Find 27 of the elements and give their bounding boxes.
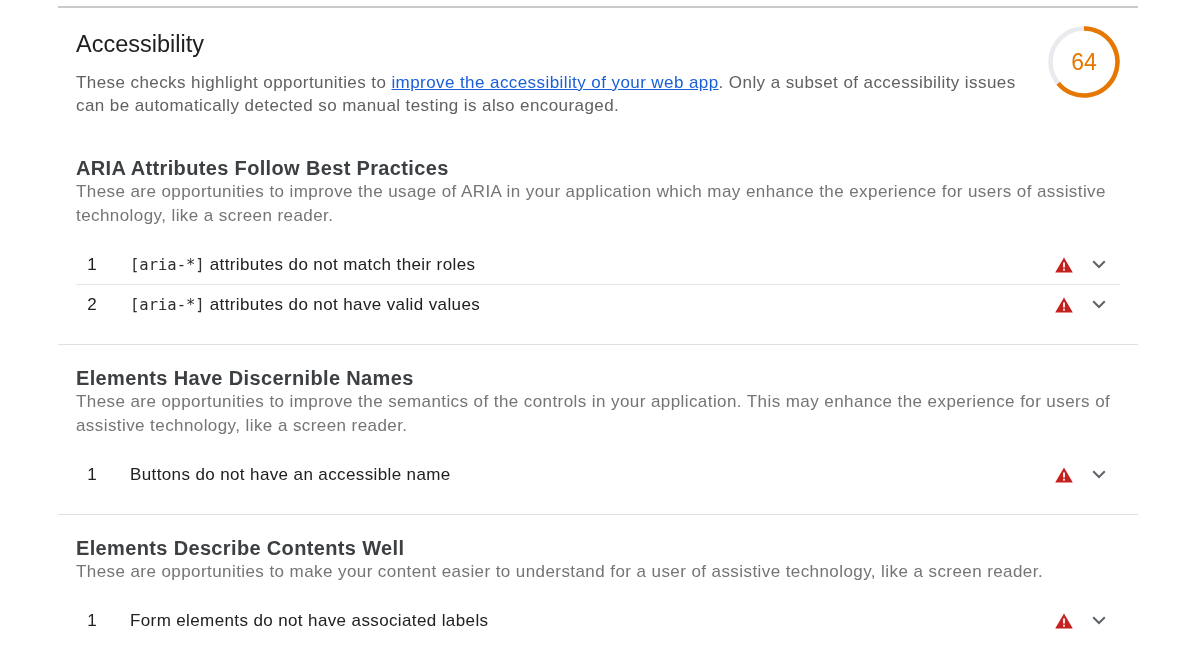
warning-triangle-icon: [1055, 256, 1073, 273]
group-description: These are opportunities to improve the usage of ARIA in your application which may enhance the experience for users of assistive technology, like a screen reader.: [76, 181, 1107, 227]
chevron-down-icon[interactable]: [1092, 616, 1106, 625]
section-description: These checks highlight opportunities to improve the accessibility of your web app. Only a subset of accessibility issues can be automatically detected so manual testing is also encouraged.: [76, 72, 1017, 117]
audit-title: [aria-*] attributes do not have valid values: [130, 294, 482, 315]
warning-triangle-icon: [1055, 612, 1073, 629]
audit-title: Form elements do not have associated labels: [130, 610, 490, 631]
audit-title: [aria-*] attributes do not match their roles: [130, 254, 477, 275]
audit-number: 1: [86, 464, 98, 485]
chevron-down-icon[interactable]: [1092, 260, 1106, 269]
chevron-down-icon[interactable]: [1092, 300, 1106, 309]
warning-triangle-icon: [1055, 296, 1073, 313]
warning-triangle-icon: [1055, 466, 1073, 483]
audit-number: 1: [86, 254, 98, 275]
score-value: 64: [1071, 49, 1097, 75]
audit-number: 1: [86, 610, 98, 631]
group-description: These are opportunities to improve the semantics of the controls in your application. This may enhance the experience for users of assistive technology, like a screen reader.: [76, 391, 1112, 437]
docs-link[interactable]: improve the accessibility of your web app: [391, 73, 719, 92]
audit-title: Buttons do not have an accessible name: [130, 464, 452, 485]
score-gauge: [1048, 26, 1120, 98]
group-title: Elements Have Discernible Names: [76, 366, 415, 390]
group-description: These are opportunities to make your content easier to understand for a user of assistive technology, like a screen reader.: [76, 561, 1045, 583]
group-title: ARIA Attributes Follow Best Practices: [76, 156, 450, 180]
audit-number: 2: [86, 294, 98, 315]
group-title: Elements Describe Contents Well: [76, 536, 406, 560]
section-title: Accessibility: [76, 30, 205, 58]
chevron-down-icon[interactable]: [1092, 470, 1106, 479]
